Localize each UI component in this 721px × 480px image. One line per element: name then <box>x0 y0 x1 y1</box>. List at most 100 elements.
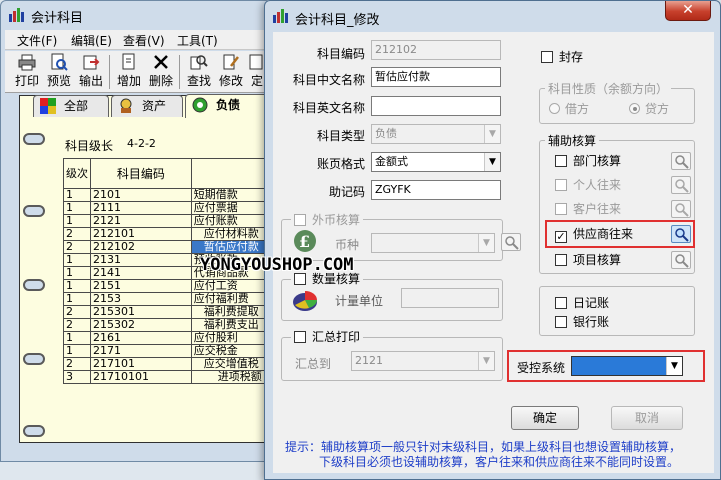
modify-button[interactable]: 修改 <box>215 53 247 91</box>
level-cell: 2 <box>63 240 91 254</box>
hint-line-2: 下级科目必须也设辅助核算，客户往来和供应商往来不能同时设置。 <box>319 455 680 469</box>
mnemonic-field[interactable]: ZGYFK <box>371 180 501 200</box>
printer-icon <box>18 54 36 71</box>
dept-lookup-button[interactable] <box>671 152 691 170</box>
account-list-window: 会计科目 文件(F) 编辑(E) 查看(V) 工具(T) 打印 预览 输出 增加… <box>0 0 273 462</box>
en-name-field[interactable] <box>371 96 501 116</box>
account-type-label: 科目类型 <box>316 129 365 143</box>
code-cell: 212102 <box>90 240 192 254</box>
tab-liabilities[interactable]: 负债 <box>185 94 273 118</box>
export-button[interactable]: 输出 <box>75 53 107 91</box>
fx-accounting-checkbox[interactable]: 外币核算 <box>291 213 364 229</box>
personal-checkbox[interactable]: 个人往来 <box>555 178 621 194</box>
journal-checkbox[interactable]: 日记账 <box>555 296 609 312</box>
column-header-code[interactable]: 科目编码 <box>90 158 192 189</box>
table-row[interactable]: 2 212101 应付材料款 <box>63 227 272 241</box>
table-row[interactable]: 2 215302 福利费支出 <box>63 318 272 332</box>
close-icon: ✕ <box>682 2 694 18</box>
pie-chart-icon <box>293 291 317 311</box>
project-lookup-button[interactable] <box>671 251 691 269</box>
table-row[interactable]: 2 217101 应交增值税 <box>63 357 272 371</box>
assets-icon <box>120 98 132 113</box>
aux-group-title: 辅助核算 <box>545 132 600 149</box>
cancel-button[interactable]: 取消 <box>611 406 683 430</box>
magnifier-icon <box>505 236 519 250</box>
table-row[interactable]: 1 2161 应付股利 <box>63 331 272 345</box>
table-row[interactable]: 1 2171 应交税金 <box>63 344 272 358</box>
supplier-checkbox[interactable]: ✓ 供应商往来 <box>555 227 633 243</box>
name-cell: 应付工资 <box>190 279 272 293</box>
currency-select[interactable]: ▼ <box>371 233 495 253</box>
customer-lookup-button[interactable] <box>671 200 691 218</box>
sealed-checkbox[interactable]: 封存 <box>541 50 583 66</box>
magnifier-icon <box>675 179 689 193</box>
table-row[interactable]: 3 21710101 进项税额 <box>63 370 272 384</box>
chevron-down-icon[interactable]: ▼ <box>666 357 682 375</box>
tab-assets[interactable]: 资产 <box>111 95 183 117</box>
window-titlebar[interactable]: 会计科目 <box>1 1 271 29</box>
preview-button[interactable]: 预览 <box>43 53 75 91</box>
add-button[interactable]: 增加 <box>113 53 145 91</box>
unit-field[interactable] <box>401 288 499 308</box>
delete-button[interactable]: 删除 <box>145 53 177 91</box>
summary-print-checkbox[interactable]: 汇总打印 <box>291 330 364 346</box>
account-code-field[interactable]: 212102 <box>371 40 501 60</box>
binder-ring <box>23 205 45 217</box>
credit-radio[interactable]: 贷方 <box>629 100 669 117</box>
menu-view[interactable]: 查看(V) <box>123 32 165 49</box>
code-cell: 21710101 <box>90 370 192 384</box>
code-cell: 212101 <box>90 227 192 241</box>
dept-checkbox[interactable]: 部门核算 <box>555 154 621 170</box>
en-name-label: 科目英文名称 <box>292 101 365 115</box>
code-cell: 2121 <box>90 214 192 228</box>
tab-all[interactable]: 全部 <box>33 95 109 117</box>
table-row[interactable]: 2 212102 暂估应付款 <box>63 240 272 254</box>
delete-x-icon <box>154 55 168 69</box>
name-cell: 福利费提取 <box>190 305 272 319</box>
supplier-lookup-button[interactable] <box>671 225 691 243</box>
column-header-level[interactable]: 级次 <box>63 158 91 189</box>
print-button[interactable]: 打印 <box>11 53 43 91</box>
chevron-down-icon[interactable]: ▼ <box>484 153 500 171</box>
column-header-name[interactable] <box>190 158 272 189</box>
table-row[interactable]: 1 2101 短期借款 <box>63 188 272 202</box>
close-button[interactable]: ✕ <box>665 1 711 21</box>
svg-text:£: £ <box>299 232 310 251</box>
account-code-label: 科目编码 <box>316 47 365 61</box>
preview-icon <box>51 53 68 71</box>
name-cell: 应付材料款 <box>190 227 272 241</box>
dialog-titlebar[interactable]: 会计科目_修改 <box>265 1 720 31</box>
name-cell: 应付福利费 <box>190 292 272 306</box>
level-cell: 1 <box>63 331 91 345</box>
cn-name-field[interactable]: 暂估应付款 <box>371 67 501 87</box>
currency-lookup-button[interactable] <box>501 233 521 251</box>
table-row[interactable]: 1 2151 应付工资 <box>63 279 272 293</box>
chevron-down-icon: ▼ <box>484 125 500 143</box>
chevron-down-icon: ▼ <box>478 352 494 370</box>
controlled-system-select[interactable]: ▼ <box>571 356 683 376</box>
table-row[interactable]: 1 2153 应付福利费 <box>63 292 272 306</box>
table-row[interactable]: 1 2121 应付账款 <box>63 214 272 228</box>
table-row[interactable]: 1 2111 应付票据 <box>63 201 272 215</box>
personal-lookup-button[interactable] <box>671 176 691 194</box>
name-cell: 短期借款 <box>190 188 272 202</box>
bank-checkbox[interactable]: 银行账 <box>555 315 609 331</box>
code-cell: 2101 <box>90 188 192 202</box>
color-grid-icon <box>40 98 56 114</box>
project-checkbox[interactable]: 项目核算 <box>555 253 621 269</box>
menu-edit[interactable]: 编辑(E) <box>71 32 112 49</box>
table-row[interactable]: 2 215301 福利费提取 <box>63 305 272 319</box>
toolbar: 打印 预览 输出 增加 删除 查找 修改 定 <box>5 51 273 93</box>
customer-checkbox[interactable]: 客户往来 <box>555 202 621 218</box>
menu-tools[interactable]: 工具(T) <box>177 32 218 49</box>
find-button[interactable]: 查找 <box>183 53 215 91</box>
debit-radio[interactable]: 借方 <box>549 100 589 117</box>
summary-to-select[interactable]: 2121 ▼ <box>351 351 495 371</box>
menu-file[interactable]: 文件(F) <box>17 32 57 49</box>
name-cell: 进项税额 <box>190 370 272 384</box>
find-icon <box>190 55 208 70</box>
ok-button[interactable]: 确定 <box>511 406 579 430</box>
account-type-select[interactable]: 负债 ▼ <box>371 124 501 144</box>
hint-text: 提示：辅助核算项一般只针对末级科目，如果上级科目也想设置辅助核算， 下级科目必须… <box>285 440 705 470</box>
ledger-format-select[interactable]: 金额式 ▼ <box>371 152 501 172</box>
